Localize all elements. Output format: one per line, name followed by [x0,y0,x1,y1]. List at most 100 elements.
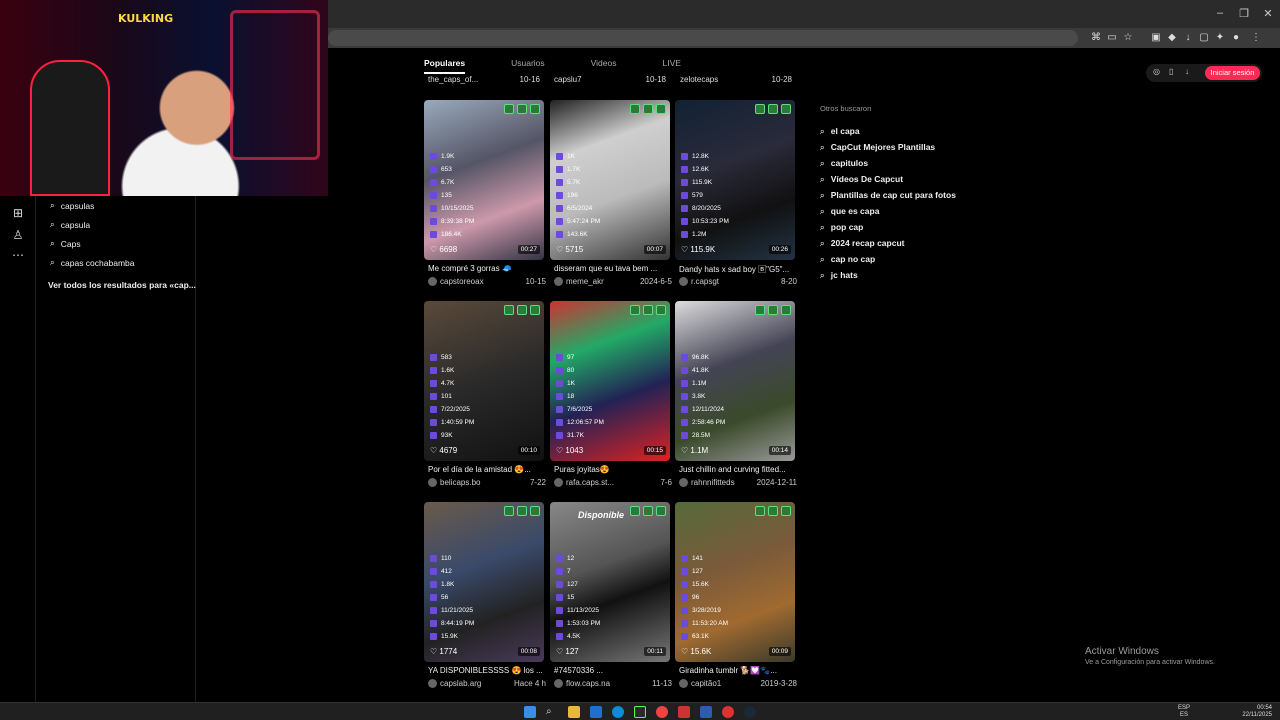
tab-populares[interactable]: Populares [424,56,466,74]
video-caption[interactable]: Just chillin and curving fitted... [679,465,799,474]
suggestion-item[interactable]: ⌕ capsulas [50,200,94,211]
chrome-icon[interactable] [656,706,668,718]
clock[interactable]: 00:54 22/11/2025 [1242,705,1272,719]
video-card[interactable]: 1.9K 653 6.7K 135 10/15/2025 8:39:38 PM 186.4K… [424,100,544,260]
video-meta[interactable]: flow.caps.na 11-13 [554,679,672,689]
overlay-icon[interactable] [517,104,527,114]
others-searched-item[interactable]: ⌕ 2024 recap capcut [820,235,956,251]
video-meta[interactable]: the_caps_of... 10-16 [428,75,540,84]
download-icon[interactable]: ↓ [1185,67,1189,76]
video-caption[interactable]: Por el día de la amistad 😍... [428,465,548,474]
steam-icon[interactable] [744,706,756,718]
phone-icon[interactable]: ▯ [1169,67,1173,76]
minimize-button[interactable]: – [1210,7,1230,19]
language-indicator[interactable]: ESP ES [1178,705,1190,719]
overlay-icon[interactable] [755,104,765,114]
login-button[interactable]: Iniciar sesión [1205,66,1260,80]
cast-icon[interactable]: ▭ [1106,32,1118,44]
video-card[interactable]: 583 1.6K 4.7K 101 7/22/2025 1:40:59 PM 93K ♡ 46… [424,301,544,461]
overlay-icon[interactable] [656,305,666,315]
upload-icon[interactable]: ⊞ [11,206,25,220]
video-meta[interactable]: rafa.caps.st... 7-6 [554,478,672,488]
author-link[interactable]: meme_akr [554,277,604,287]
overlay-icon[interactable] [643,305,653,315]
video-meta[interactable]: zelotecaps 10-28 [680,75,792,84]
overlay-icon[interactable] [530,104,540,114]
overlay-icon[interactable] [643,104,653,114]
others-searched-item[interactable]: ⌕ CapCut Mejores Plantillas [820,139,956,155]
profile-icon[interactable]: ♙ [11,228,25,242]
download-icon[interactable]: ↓ [1182,32,1194,44]
suggestion-item[interactable]: ⌕ capsula [50,219,90,230]
tab-live[interactable]: LIVE [663,56,681,74]
video-card[interactable]: Disponible 12 7 127 15 11/13/2025 1:53:03 PM 4.… [550,502,670,662]
address-bar[interactable] [328,30,1078,46]
overlay-icon[interactable] [656,506,666,516]
profile-icon[interactable]: ● [1230,32,1242,44]
close-button[interactable]: ✕ [1258,7,1278,20]
more-icon[interactable]: ⋯ [11,248,25,262]
extension-icon[interactable]: ▣ [1150,32,1162,44]
app-icon[interactable] [722,706,734,718]
author-link[interactable]: r.capsgt [679,277,719,287]
overlay-icon[interactable] [755,506,765,516]
start-icon[interactable] [524,706,536,718]
file-explorer-icon[interactable] [568,706,580,718]
overlay-icon[interactable] [755,305,765,315]
others-searched-item[interactable]: ⌕ que es capa [820,203,956,219]
overlay-icon[interactable] [768,104,778,114]
translate-icon[interactable]: ⌘ [1090,32,1102,44]
browser-menu-icon[interactable]: ⋮ [1250,32,1262,44]
app-icon[interactable] [590,706,602,718]
overlay-icon[interactable] [768,506,778,516]
author-link[interactable]: flow.caps.na [554,679,610,689]
extensions-puzzle-icon[interactable]: ✦ [1214,32,1226,44]
video-card[interactable]: 97 80 1K 18 7/6/2025 12:06:57 PM 31.7K ♡ 1043 00… [550,301,670,461]
video-meta[interactable]: capitão1 2019-3-28 [679,679,797,689]
maximize-button[interactable]: ❐ [1234,7,1254,20]
video-caption[interactable]: disseram que eu tava bem ... [554,264,674,273]
others-searched-item[interactable]: ⌕ el capa [820,123,956,139]
video-caption[interactable]: Puras joyitas😍 [554,465,674,474]
video-meta[interactable]: belicaps.bo 7-22 [428,478,546,488]
author-link[interactable]: capslab.arg [428,679,481,689]
video-card[interactable]: 1K 1.7K 5.7K 196 6/5/2024 5:47:24 PM 143.6K ♡ 5… [550,100,670,260]
others-searched-item[interactable]: ⌕ cap no cap [820,251,956,267]
author-link[interactable]: capstoreoax [428,277,484,287]
author-link[interactable]: rahnnifitteds [679,478,735,488]
video-caption[interactable]: Giradinha tumblr 🐕💟🐾... [679,666,799,675]
overlay-icon[interactable] [517,506,527,516]
video-card[interactable]: 12.8K 12.6K 115.9K 579 8/20/2025 10:53:23 PM 1… [675,100,795,260]
video-meta[interactable]: capslab.arg Hace 4 h [428,679,546,689]
overlay-icon[interactable] [504,104,514,114]
suggestion-item[interactable]: ⌕ Caps [50,238,81,249]
video-caption[interactable]: #74570336 ... [554,666,674,675]
overlay-icon[interactable] [504,506,514,516]
overlay-icon[interactable] [768,305,778,315]
overlay-icon[interactable] [630,104,640,114]
video-card[interactable]: 110 412 1.8K 56 11/21/2025 8:44:19 PM 15.9K ♡ 1… [424,502,544,662]
video-meta[interactable]: meme_akr 2024-6-5 [554,277,672,287]
video-caption[interactable]: Dandy hats x sad boy 🄱"G5"... [679,264,799,275]
tab-videos[interactable]: Videos [591,56,617,74]
word-icon[interactable] [700,706,712,718]
overlay-icon[interactable] [530,305,540,315]
store-icon[interactable] [634,706,646,718]
video-card[interactable]: 141 127 15.6K 96 3/28/2019 11:53:20 AM 63.1K ♡ … [675,502,795,662]
others-searched-item[interactable]: ⌕ pop cap [820,219,956,235]
video-meta[interactable]: capslu7 10-18 [554,75,666,84]
tab-usuarios[interactable]: Usuarios [511,56,545,74]
overlay-icon[interactable] [630,305,640,315]
overlay-icon[interactable] [630,506,640,516]
see-all-results-link[interactable]: Ver todos los resultados para «cap... [48,280,196,290]
overlay-icon[interactable] [530,506,540,516]
author-link[interactable]: belicaps.bo [428,478,480,488]
suggestion-item[interactable]: ⌕ capas cochabamba [50,257,134,268]
overlay-icon[interactable] [656,104,666,114]
app-icon[interactable] [678,706,690,718]
overlay-icon[interactable] [781,305,791,315]
search-icon[interactable]: ⌕ [546,706,558,718]
overlay-icon[interactable] [504,305,514,315]
overlay-icon[interactable] [643,506,653,516]
author-link[interactable]: capitão1 [679,679,721,689]
